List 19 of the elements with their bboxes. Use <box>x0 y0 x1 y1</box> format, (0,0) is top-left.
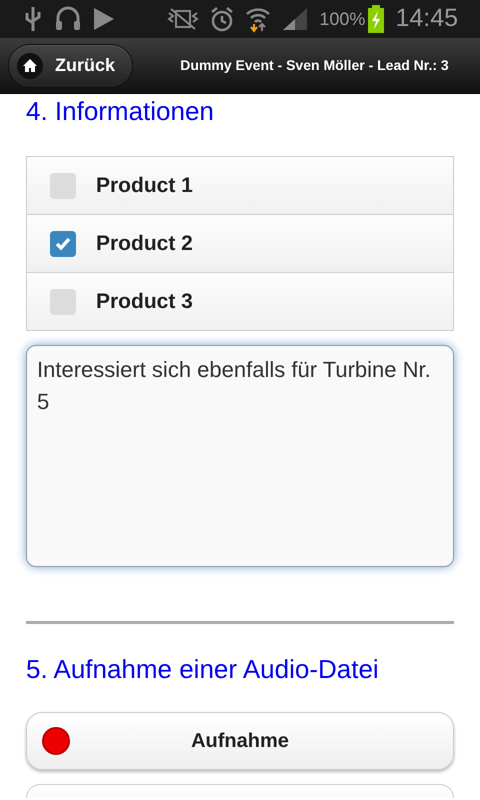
clock: 14:45 <box>395 3 458 34</box>
play-icon <box>92 6 116 32</box>
notes-field[interactable]: Interessiert sich ebenfalls für Turbine Nr. 5 <box>26 345 454 567</box>
record-icon <box>42 727 70 755</box>
back-button[interactable]: Zurück <box>8 44 133 88</box>
signal-icon <box>281 6 310 32</box>
checkbox[interactable] <box>50 172 76 198</box>
checkbox[interactable] <box>50 230 76 256</box>
section-heading: 4. Informationen <box>26 95 215 128</box>
section-heading: 5. Aufnahme einer Audio-Datei <box>26 653 380 686</box>
record-button[interactable]: Aufnahme <box>26 712 454 770</box>
alarm-icon <box>209 6 236 32</box>
home-icon <box>17 52 43 78</box>
vibrate-mute-icon <box>167 7 200 31</box>
battery-charging-icon <box>367 5 386 33</box>
battery-level: 100% <box>319 8 366 30</box>
page-title: Dummy Event - Sven Möller - Lead Nr.: 3 <box>179 56 450 75</box>
headphones-icon <box>54 6 82 32</box>
checkbox[interactable] <box>50 288 76 314</box>
